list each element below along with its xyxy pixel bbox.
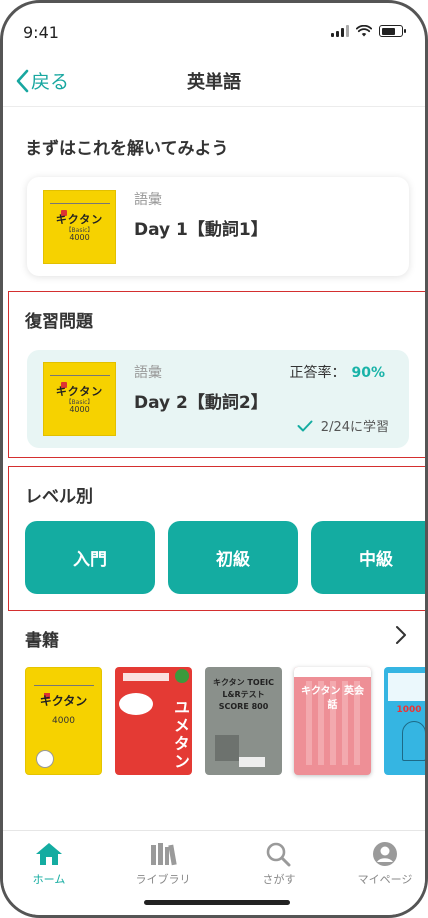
book-cover-thumbnail: キクタン 【Basic】 4000 — [43, 190, 116, 264]
book-item[interactable]: ユメタン — [115, 667, 192, 775]
tab-search[interactable]: さがす — [229, 841, 329, 887]
tab-library[interactable]: ライブラリ — [113, 841, 213, 887]
lesson-category: 語彙 — [134, 192, 162, 208]
section-title-review: 復習問題 — [25, 312, 93, 332]
book-item[interactable]: キクタン 4000 — [25, 667, 102, 775]
accuracy-rate: 正答率： 90% — [289, 362, 385, 382]
book-title: キクタン — [39, 694, 88, 708]
status-bar: 9:41 — [3, 3, 425, 55]
lesson-title: Day 1【動詞1】 — [134, 220, 268, 240]
book-title: キクタン 英会話 — [300, 686, 365, 711]
review-lesson-card[interactable]: キクタン 【Basic】 4000 語彙 Day 2【動詞2】 正答率： 90% … — [27, 350, 409, 448]
phone-frame: 9:41 戻る 英単語 まずはこれを解いてみよう キクタン 【Basic】 40… — [0, 0, 428, 918]
chevron-right-icon[interactable] — [395, 625, 407, 645]
tab-label: マイページ — [357, 873, 413, 886]
battery-icon — [379, 25, 406, 37]
user-icon — [373, 842, 397, 866]
search-icon — [266, 842, 291, 867]
tab-label: ライブラリ — [135, 873, 191, 886]
status-time: 9:41 — [23, 23, 59, 42]
level-button-intermediate[interactable]: 中級 — [311, 521, 425, 594]
first-lesson-card[interactable]: キクタン 【Basic】 4000 語彙 Day 1【動詞1】 — [27, 177, 409, 276]
book-item[interactable]: 1000 — [384, 667, 425, 775]
page-title: 英単語 — [187, 72, 241, 93]
book-subtitle: 4000 — [52, 716, 75, 726]
book-title: キクタン TOEIC L&Rテスト SCORE 800 — [212, 678, 275, 711]
home-icon — [36, 843, 62, 865]
studied-date-text: 2/24に学習 — [320, 420, 389, 435]
section-title-first: まずはこれを解いてみよう — [25, 139, 229, 159]
book-title: 1000 — [396, 705, 422, 715]
status-icons — [331, 25, 406, 37]
level-button-beginner-intro[interactable]: 入門 — [25, 521, 155, 594]
tab-home[interactable]: ホーム — [3, 841, 99, 887]
library-icon — [151, 843, 177, 866]
book-item[interactable]: キクタン TOEIC L&Rテスト SCORE 800 — [205, 667, 282, 775]
book-title: ユメタン — [171, 699, 190, 771]
nav-bar: 戻る 英単語 — [3, 55, 425, 107]
accuracy-label: 正答率： — [289, 365, 346, 381]
section-title-level: レベル別 — [25, 487, 93, 507]
accuracy-value: 90% — [351, 365, 385, 381]
book-cover-thumbnail: キクタン 【Basic】 4000 — [43, 362, 116, 436]
lesson-title: Day 2【動詞2】 — [134, 393, 268, 413]
check-icon — [297, 420, 313, 431]
tab-label: さがす — [262, 873, 296, 886]
book-item[interactable]: キクタン 英会話 — [294, 667, 371, 775]
wifi-icon — [356, 25, 372, 37]
studied-date: 2/24に学習 — [297, 416, 389, 435]
home-indicator — [144, 900, 290, 905]
signal-icon — [331, 25, 349, 37]
lesson-category: 語彙 — [134, 365, 162, 381]
section-title-books: 書籍 — [25, 631, 59, 651]
tab-label: ホーム — [32, 873, 66, 886]
level-button-beginner[interactable]: 初級 — [168, 521, 298, 594]
tab-mypage[interactable]: マイページ — [335, 841, 425, 887]
